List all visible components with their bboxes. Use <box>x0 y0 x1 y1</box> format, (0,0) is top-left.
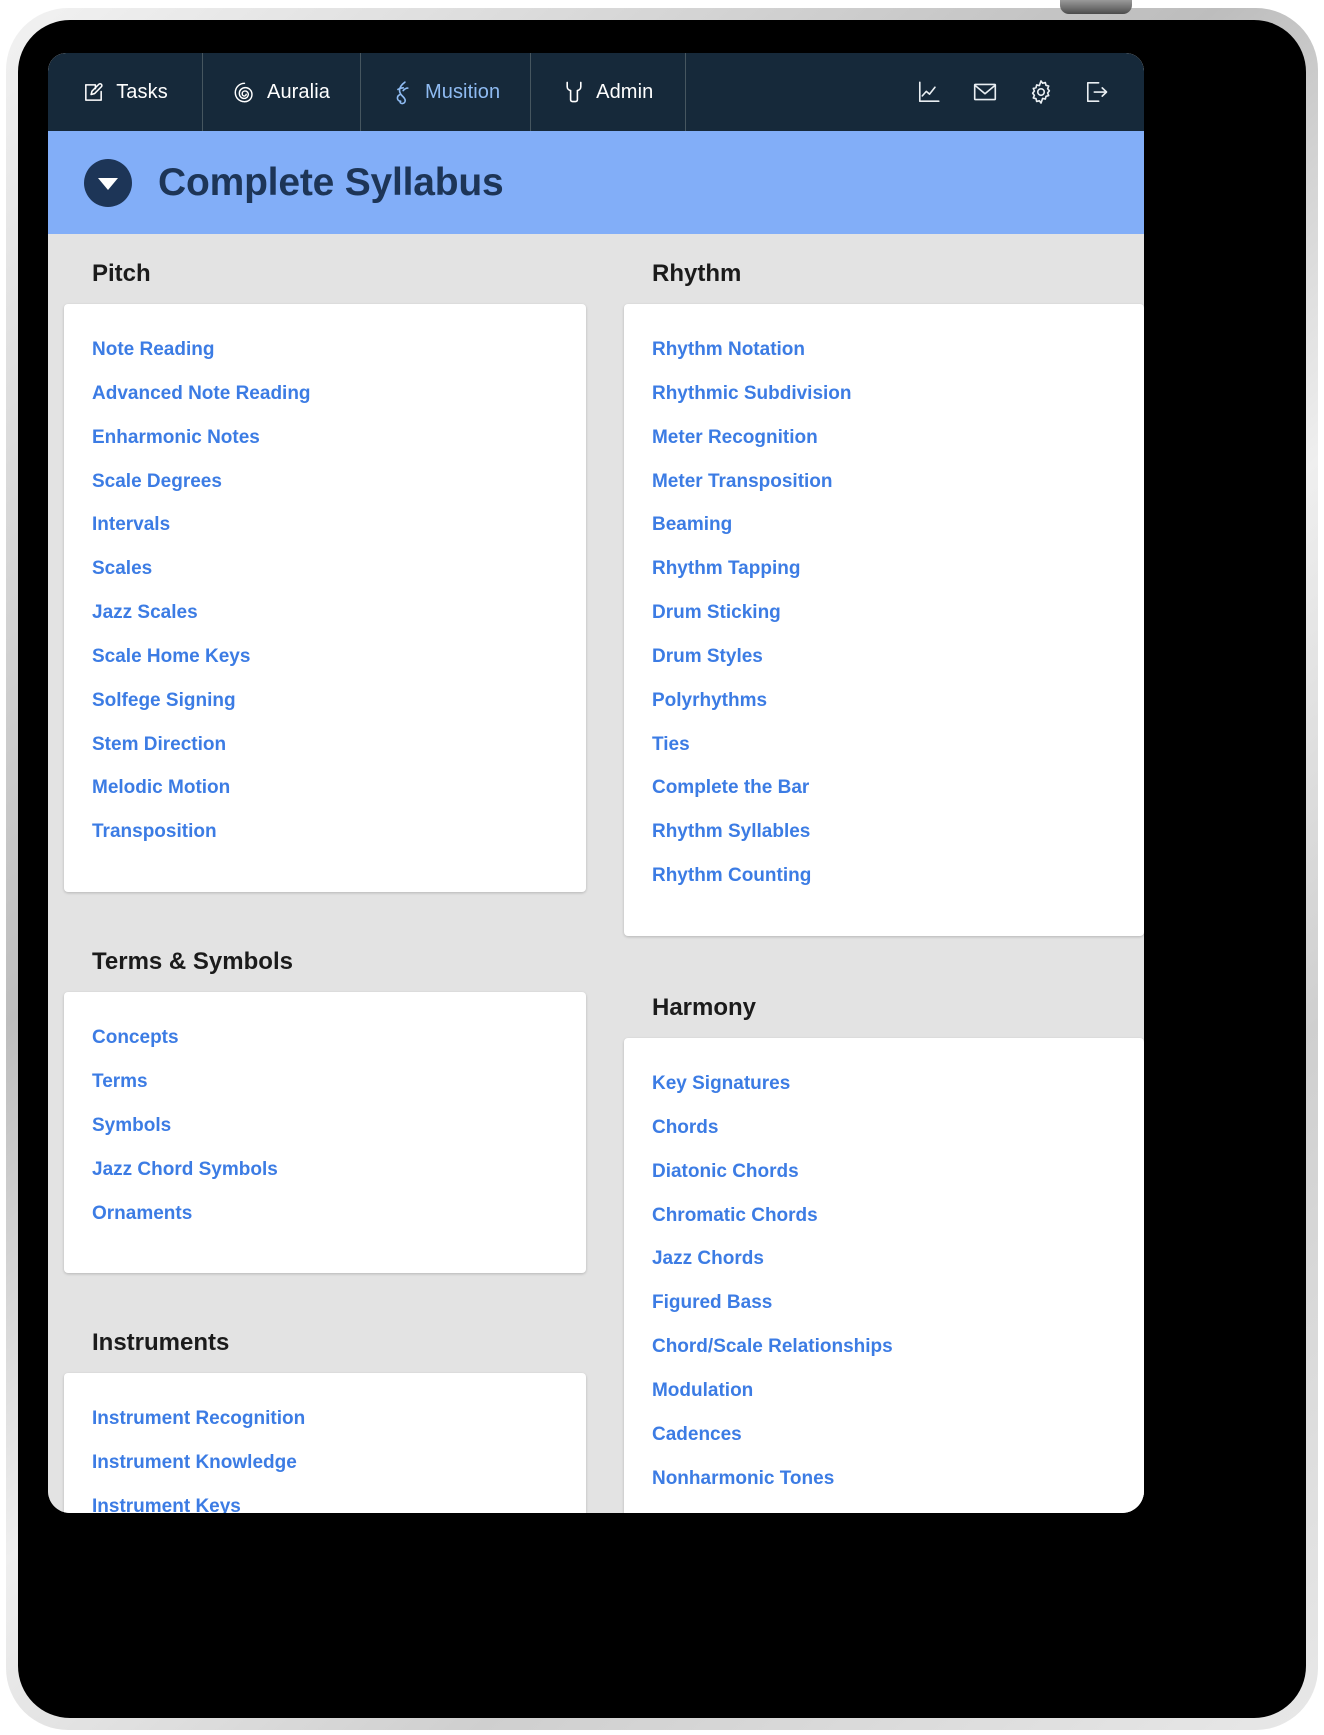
syllabus-link[interactable]: Instrument Recognition <box>64 1397 586 1441</box>
spiral-ear-icon <box>233 81 256 104</box>
syllabus-link[interactable]: Polyrhythms <box>624 679 1144 723</box>
nav-tab-admin[interactable]: Admin <box>531 53 687 131</box>
app-screen: Tasks Auralia Musition Admin Complete Sy… <box>48 53 1144 1513</box>
section-harmony: Harmony Key Signatures Chords Diatonic C… <box>623 936 1144 1513</box>
nav-tab-musition[interactable]: Musition <box>361 53 532 131</box>
syllabus-link[interactable]: Chord/Scale Relationships <box>624 1325 1144 1369</box>
syllabus-link[interactable]: Beaming <box>624 503 1144 547</box>
nav-tab-label: Admin <box>596 80 654 103</box>
section-card: Key Signatures Chords Diatonic Chords Ch… <box>623 1037 1144 1513</box>
syllabus-link[interactable]: Symbols <box>64 1104 586 1148</box>
syllabus-link[interactable]: Chords <box>624 1106 1144 1150</box>
syllabus-link[interactable]: Intervals <box>64 503 586 547</box>
syllabus-link[interactable]: Modulation <box>624 1369 1144 1413</box>
syllabus-link[interactable]: Concepts <box>64 1016 586 1060</box>
section-instruments: Instruments Instrument Recognition Instr… <box>64 1273 586 1513</box>
syllabus-link[interactable]: Rhythm Syllables <box>624 810 1144 854</box>
nav-actions-group <box>916 53 1144 131</box>
tablet-device-frame: Tasks Auralia Musition Admin Complete Sy… <box>0 0 1324 1735</box>
nav-tab-auralia[interactable]: Auralia <box>203 53 361 131</box>
reports-icon[interactable] <box>916 79 942 105</box>
syllabus-link[interactable]: Melodic Motion <box>64 766 586 810</box>
syllabus-link[interactable]: Stem Direction <box>64 723 586 767</box>
section-pitch: Pitch Note Reading Advanced Note Reading… <box>64 234 586 893</box>
syllabus-link[interactable]: Nonharmonic Tones <box>624 1457 1144 1501</box>
nav-tab-label: Auralia <box>267 80 330 103</box>
section-title: Rhythm <box>651 260 742 287</box>
syllabus-link[interactable]: Figured Bass <box>624 1281 1144 1325</box>
syllabus-link[interactable]: Note Reading <box>64 328 586 372</box>
syllabus-link[interactable]: Instrument Keys <box>64 1485 586 1513</box>
syllabus-link[interactable]: Rhythm Counting <box>624 854 1144 898</box>
syllabus-link[interactable]: Key Signatures <box>624 1062 1144 1106</box>
syllabus-link[interactable]: Jazz Chords <box>624 1237 1144 1281</box>
syllabus-link[interactable]: Meter Recognition <box>624 416 1144 460</box>
syllabus-link[interactable]: Complete the Bar <box>624 766 1144 810</box>
mail-icon[interactable] <box>972 79 998 105</box>
syllabus-content: Pitch Note Reading Advanced Note Reading… <box>48 234 1144 1513</box>
settings-gear-icon[interactable] <box>1028 79 1054 105</box>
syllabus-link[interactable]: Rhythm Notation <box>624 328 1144 372</box>
syllabus-link[interactable]: Drum Styles <box>624 635 1144 679</box>
section-title: Instruments <box>92 1329 230 1357</box>
section-terms-and-symbols: Terms & Symbols Concepts Terms Symbols J… <box>64 892 586 1274</box>
nav-tab-tasks[interactable]: Tasks <box>48 53 203 131</box>
wrench-icon <box>563 80 585 104</box>
syllabus-link[interactable]: Solfege Signing <box>64 679 586 723</box>
syllabus-link[interactable]: Chromatic Chords <box>624 1194 1144 1238</box>
section-title: Terms & Symbols <box>92 948 293 976</box>
edit-note-icon <box>82 81 105 104</box>
chevron-down-icon[interactable] <box>84 158 132 207</box>
syllabus-link[interactable]: Meter Transposition <box>624 460 1144 504</box>
syllabus-link[interactable]: Diatonic Chords <box>624 1150 1144 1194</box>
syllabus-link[interactable]: Drum Sticking <box>624 591 1144 635</box>
syllabus-link[interactable]: Scale Home Keys <box>64 635 586 679</box>
left-column: Pitch Note Reading Advanced Note Reading… <box>64 234 586 1513</box>
syllabus-link[interactable]: Rhythmic Subdivision <box>624 372 1144 416</box>
section-card: Concepts Terms Symbols Jazz Chord Symbol… <box>64 992 586 1274</box>
device-camera-bump <box>1060 0 1132 14</box>
sign-out-icon[interactable] <box>1084 79 1110 105</box>
nav-tab-label: Tasks <box>116 80 168 103</box>
right-column: Rhythm Rhythm Notation Rhythmic Subdivis… <box>623 234 1144 1513</box>
section-title: Pitch <box>92 260 151 287</box>
syllabus-link[interactable]: Jazz Scales <box>64 591 586 635</box>
syllabus-link[interactable]: Scale Degrees <box>64 460 586 504</box>
syllabus-link[interactable]: Rhythm Tapping <box>624 547 1144 591</box>
syllabus-link[interactable]: Jazz Chord Symbols <box>64 1148 586 1192</box>
syllabus-link[interactable]: Instrument Knowledge <box>64 1441 586 1485</box>
syllabus-link[interactable]: Enharmonic Notes <box>64 416 586 460</box>
syllabus-link[interactable]: Scales <box>64 547 586 591</box>
nav-tab-label: Musition <box>424 80 501 103</box>
syllabus-link[interactable]: Terms <box>64 1060 586 1104</box>
section-card: Note Reading Advanced Note Reading Enhar… <box>64 304 586 893</box>
syllabus-link[interactable]: Chord Progressions <box>624 1500 1144 1513</box>
section-card: Instrument Recognition Instrument Knowle… <box>64 1373 586 1513</box>
syllabus-link[interactable]: Cadences <box>624 1413 1144 1457</box>
syllabus-link[interactable]: Advanced Note Reading <box>64 372 586 416</box>
section-title: Harmony <box>651 993 757 1021</box>
section-card: Rhythm Notation Rhythmic Subdivision Met… <box>623 304 1144 936</box>
section-rhythm: Rhythm Rhythm Notation Rhythmic Subdivis… <box>623 234 1144 936</box>
top-navigation-bar: Tasks Auralia Musition Admin <box>48 53 1144 131</box>
syllabus-link[interactable]: Ties <box>624 723 1144 767</box>
syllabus-link[interactable]: Ornaments <box>64 1192 586 1236</box>
page-title: Complete Syllabus <box>158 160 504 204</box>
page-header-band: Complete Syllabus <box>48 131 1144 234</box>
syllabus-link[interactable]: Transposition <box>64 810 586 854</box>
treble-clef-icon <box>391 80 414 105</box>
chevron-down-glyph <box>98 177 118 190</box>
